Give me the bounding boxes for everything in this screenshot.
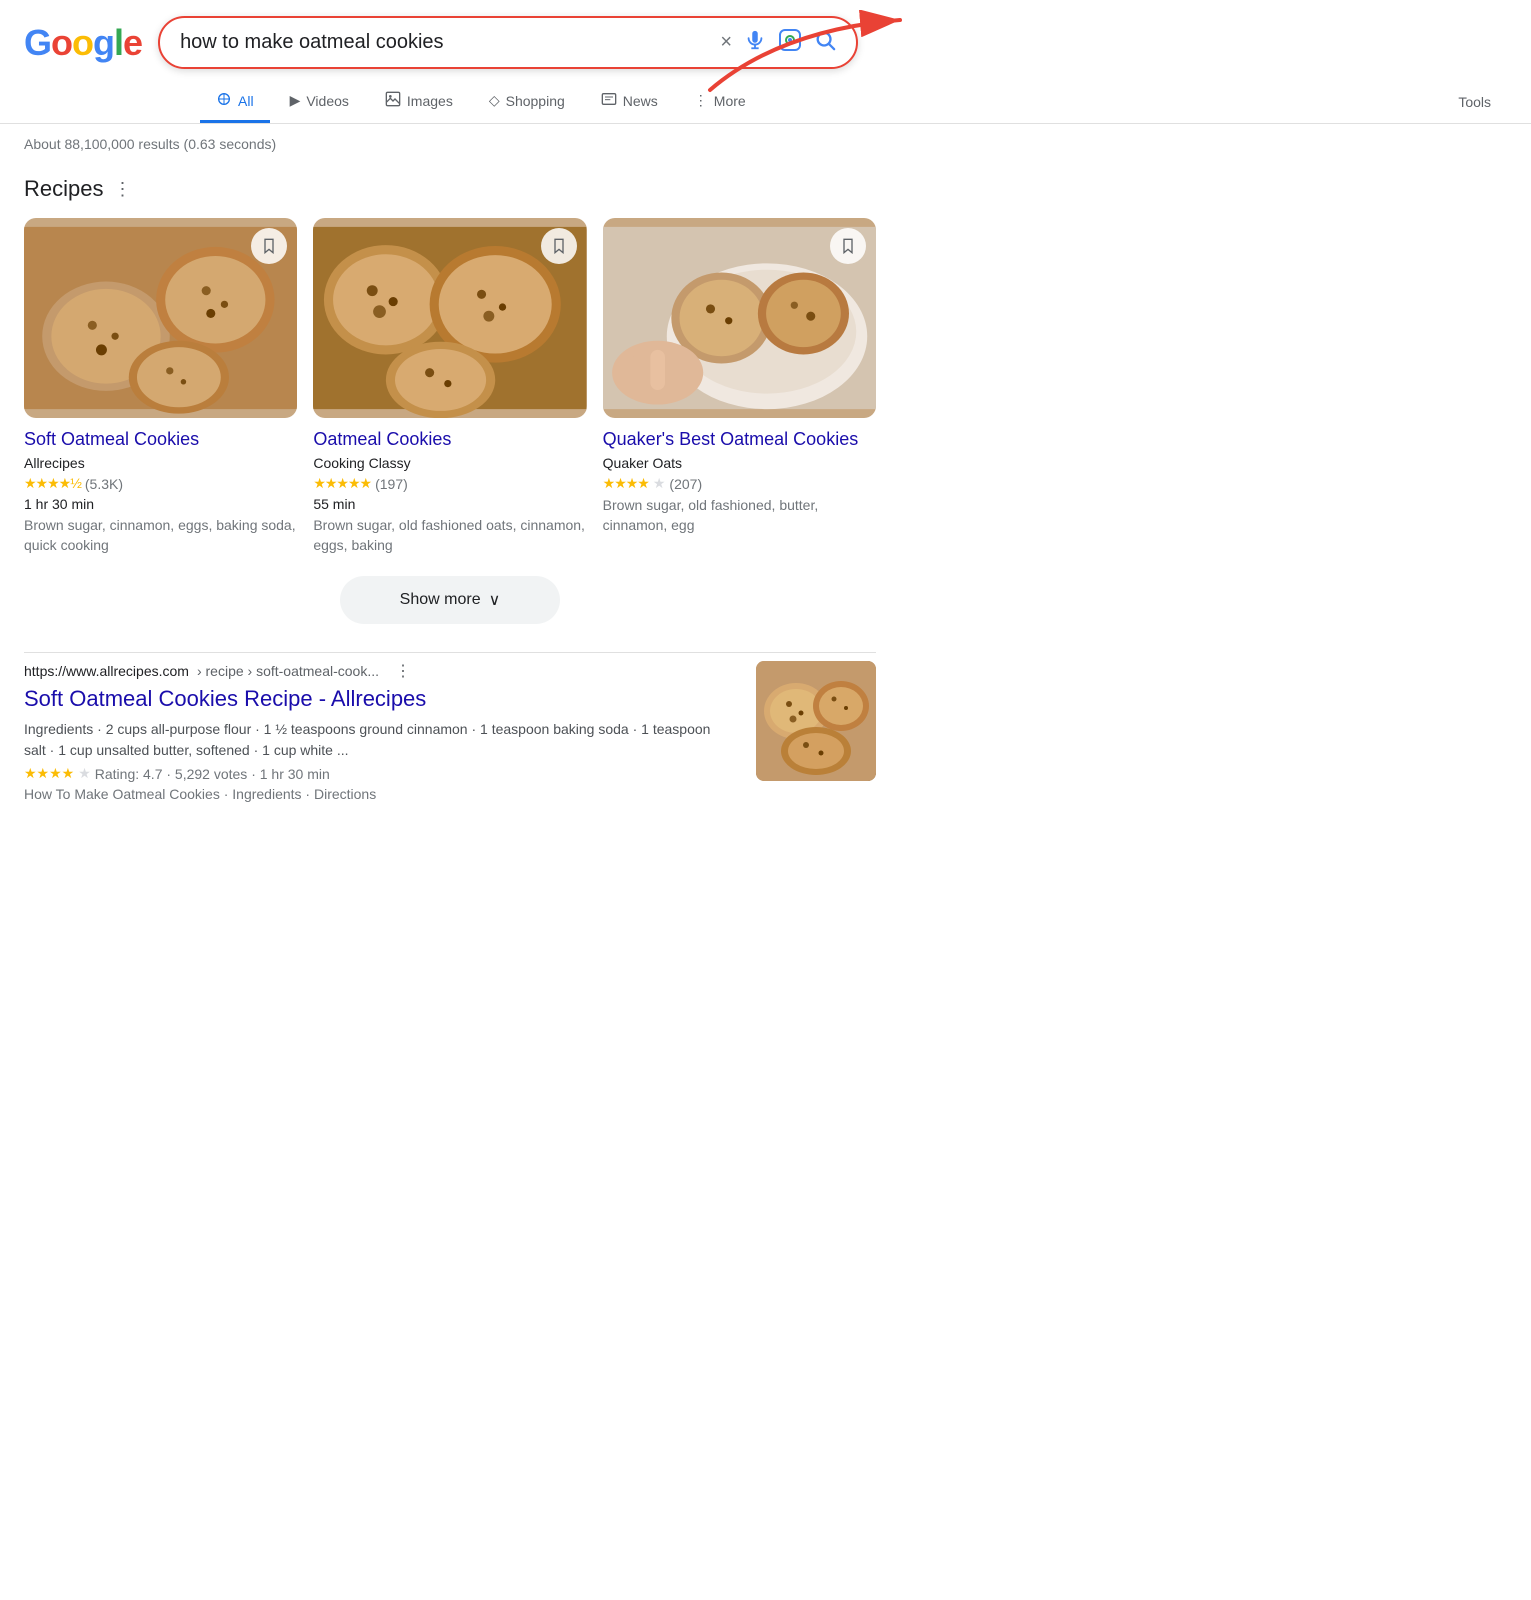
chevron-down-icon: ∨ (489, 590, 501, 610)
web-result-desc: Ingredients · 2 cups all-purpose flour ·… (24, 719, 724, 761)
nav-tabs: All ▶ Videos Images ◇ Shopping News ⋮ Mo… (0, 77, 1531, 124)
voice-icon[interactable] (744, 29, 766, 57)
recipe-rating-3: ★★★★★ (207) (603, 475, 876, 492)
web-result-rating: ★★★★★ Rating: 4.7 · 5,292 votes · 1 hr 3… (24, 765, 740, 782)
recipe-link-3[interactable]: Quaker's Best Oatmeal Cookies (603, 428, 876, 451)
tab-images[interactable]: Images (369, 81, 469, 123)
web-star-empty: ★ (78, 765, 91, 782)
tab-shopping-label: Shopping (506, 93, 565, 109)
logo-l: l (114, 22, 123, 63)
logo-o1: o (51, 22, 72, 63)
recipes-title: Recipes (24, 176, 103, 202)
recipe-card-1[interactable]: Soft Oatmeal Cookies Allrecipes ★★★★½ (5… (24, 218, 297, 556)
images-icon (385, 91, 401, 110)
search-bar-wrapper: × (158, 16, 858, 69)
recipe-link-2[interactable]: Oatmeal Cookies (313, 428, 586, 451)
web-result-domain: https://www.allrecipes.com (24, 663, 189, 679)
search-input[interactable] (180, 31, 708, 54)
logo-g2: g (93, 22, 114, 63)
recipe-image-1 (24, 218, 297, 418)
recipe-card-2[interactable]: Oatmeal Cookies Cooking Classy ★★★★★ (19… (313, 218, 586, 556)
clear-icon[interactable]: × (720, 31, 732, 54)
web-result-links: How To Make Oatmeal Cookies · Ingredient… (24, 786, 740, 802)
recipe-ingredients-3: Brown sugar, old fashioned, butter, cinn… (603, 496, 876, 535)
all-icon (216, 91, 232, 110)
result-stats: About 88,100,000 results (0.63 seconds) (0, 124, 1531, 160)
recipe-cards: Soft Oatmeal Cookies Allrecipes ★★★★½ (5… (24, 218, 876, 556)
recipe-link-1[interactable]: Soft Oatmeal Cookies (24, 428, 297, 451)
web-result-url: https://www.allrecipes.com › recipe › so… (24, 661, 740, 681)
web-result-1: https://www.allrecipes.com › recipe › so… (24, 652, 876, 811)
recipe-source-3: Quaker Oats (603, 455, 876, 471)
result-stats-text: About 88,100,000 results (0.63 seconds) (24, 136, 276, 152)
recipe-source-1: Allrecipes (24, 455, 297, 471)
tab-videos[interactable]: ▶ Videos (274, 82, 365, 122)
web-stars: ★★★★ (24, 765, 74, 782)
web-rating-text: Rating: 4.7 · 5,292 votes · 1 hr 30 min (95, 766, 330, 782)
lens-icon[interactable] (778, 28, 802, 57)
main-content: Recipes ⋮ (0, 160, 900, 818)
rating-count-1: (5.3K) (85, 476, 123, 492)
news-icon (601, 91, 617, 110)
recipe-image-3 (603, 218, 876, 418)
tab-news[interactable]: News (585, 81, 674, 123)
tab-all[interactable]: All (200, 81, 270, 123)
tab-shopping[interactable]: ◇ Shopping (473, 82, 581, 122)
web-result-thumbnail (756, 661, 876, 781)
google-logo: Google (24, 22, 142, 64)
web-result-main: https://www.allrecipes.com › recipe › so… (24, 661, 740, 803)
tab-all-label: All (238, 93, 254, 109)
tab-more[interactable]: ⋮ More (678, 82, 762, 122)
rating-count-2: (197) (375, 476, 408, 492)
logo-e: e (123, 22, 142, 63)
search-bar: × (158, 16, 858, 69)
rating-count-3: (207) (669, 476, 702, 492)
recipe-rating-2: ★★★★★ (197) (313, 475, 586, 492)
web-result-title[interactable]: Soft Oatmeal Cookies Recipe - Allrecipes (24, 685, 740, 714)
recipe-rating-1: ★★★★½ (5.3K) (24, 475, 297, 492)
recipe-image-2 (313, 218, 586, 418)
stars-3: ★★★★ (603, 475, 649, 492)
tab-more-label: More (714, 93, 746, 109)
logo-g: G (24, 22, 51, 63)
header: Google × (0, 0, 1531, 77)
recipe-time-2: 55 min (313, 496, 586, 512)
recipe-ingredients-2: Brown sugar, old fashioned oats, cinnamo… (313, 516, 586, 555)
recipes-header: Recipes ⋮ (24, 176, 876, 202)
tab-videos-label: Videos (306, 93, 349, 109)
show-more-container: Show more ∨ (24, 576, 876, 624)
logo-o2: o (72, 22, 93, 63)
tab-images-label: Images (407, 93, 453, 109)
search-icon[interactable] (814, 29, 836, 56)
bookmark-btn-2[interactable] (541, 228, 577, 264)
recipe-ingredients-1: Brown sugar, cinnamon, eggs, baking soda… (24, 516, 297, 555)
show-more-label: Show more (400, 591, 481, 609)
recipe-time-1: 1 hr 30 min (24, 496, 297, 512)
recipe-source-2: Cooking Classy (313, 455, 586, 471)
web-result-more-icon[interactable]: ⋮ (395, 661, 411, 681)
tab-news-label: News (623, 93, 658, 109)
stars-1: ★★★★½ (24, 475, 81, 492)
recipes-more-icon[interactable]: ⋮ (113, 179, 131, 200)
show-more-button[interactable]: Show more ∨ (340, 576, 561, 624)
tools-button[interactable]: Tools (1442, 84, 1507, 120)
stars-2: ★★★★★ (313, 475, 371, 492)
shopping-icon: ◇ (489, 92, 500, 109)
web-result-path: › recipe › soft-oatmeal-cook... (197, 663, 379, 679)
bookmark-btn-3[interactable] (830, 228, 866, 264)
recipe-card-3[interactable]: Quaker's Best Oatmeal Cookies Quaker Oat… (603, 218, 876, 556)
more-icon: ⋮ (694, 92, 708, 109)
videos-icon: ▶ (290, 92, 301, 109)
star-empty-3: ★ (653, 475, 666, 492)
